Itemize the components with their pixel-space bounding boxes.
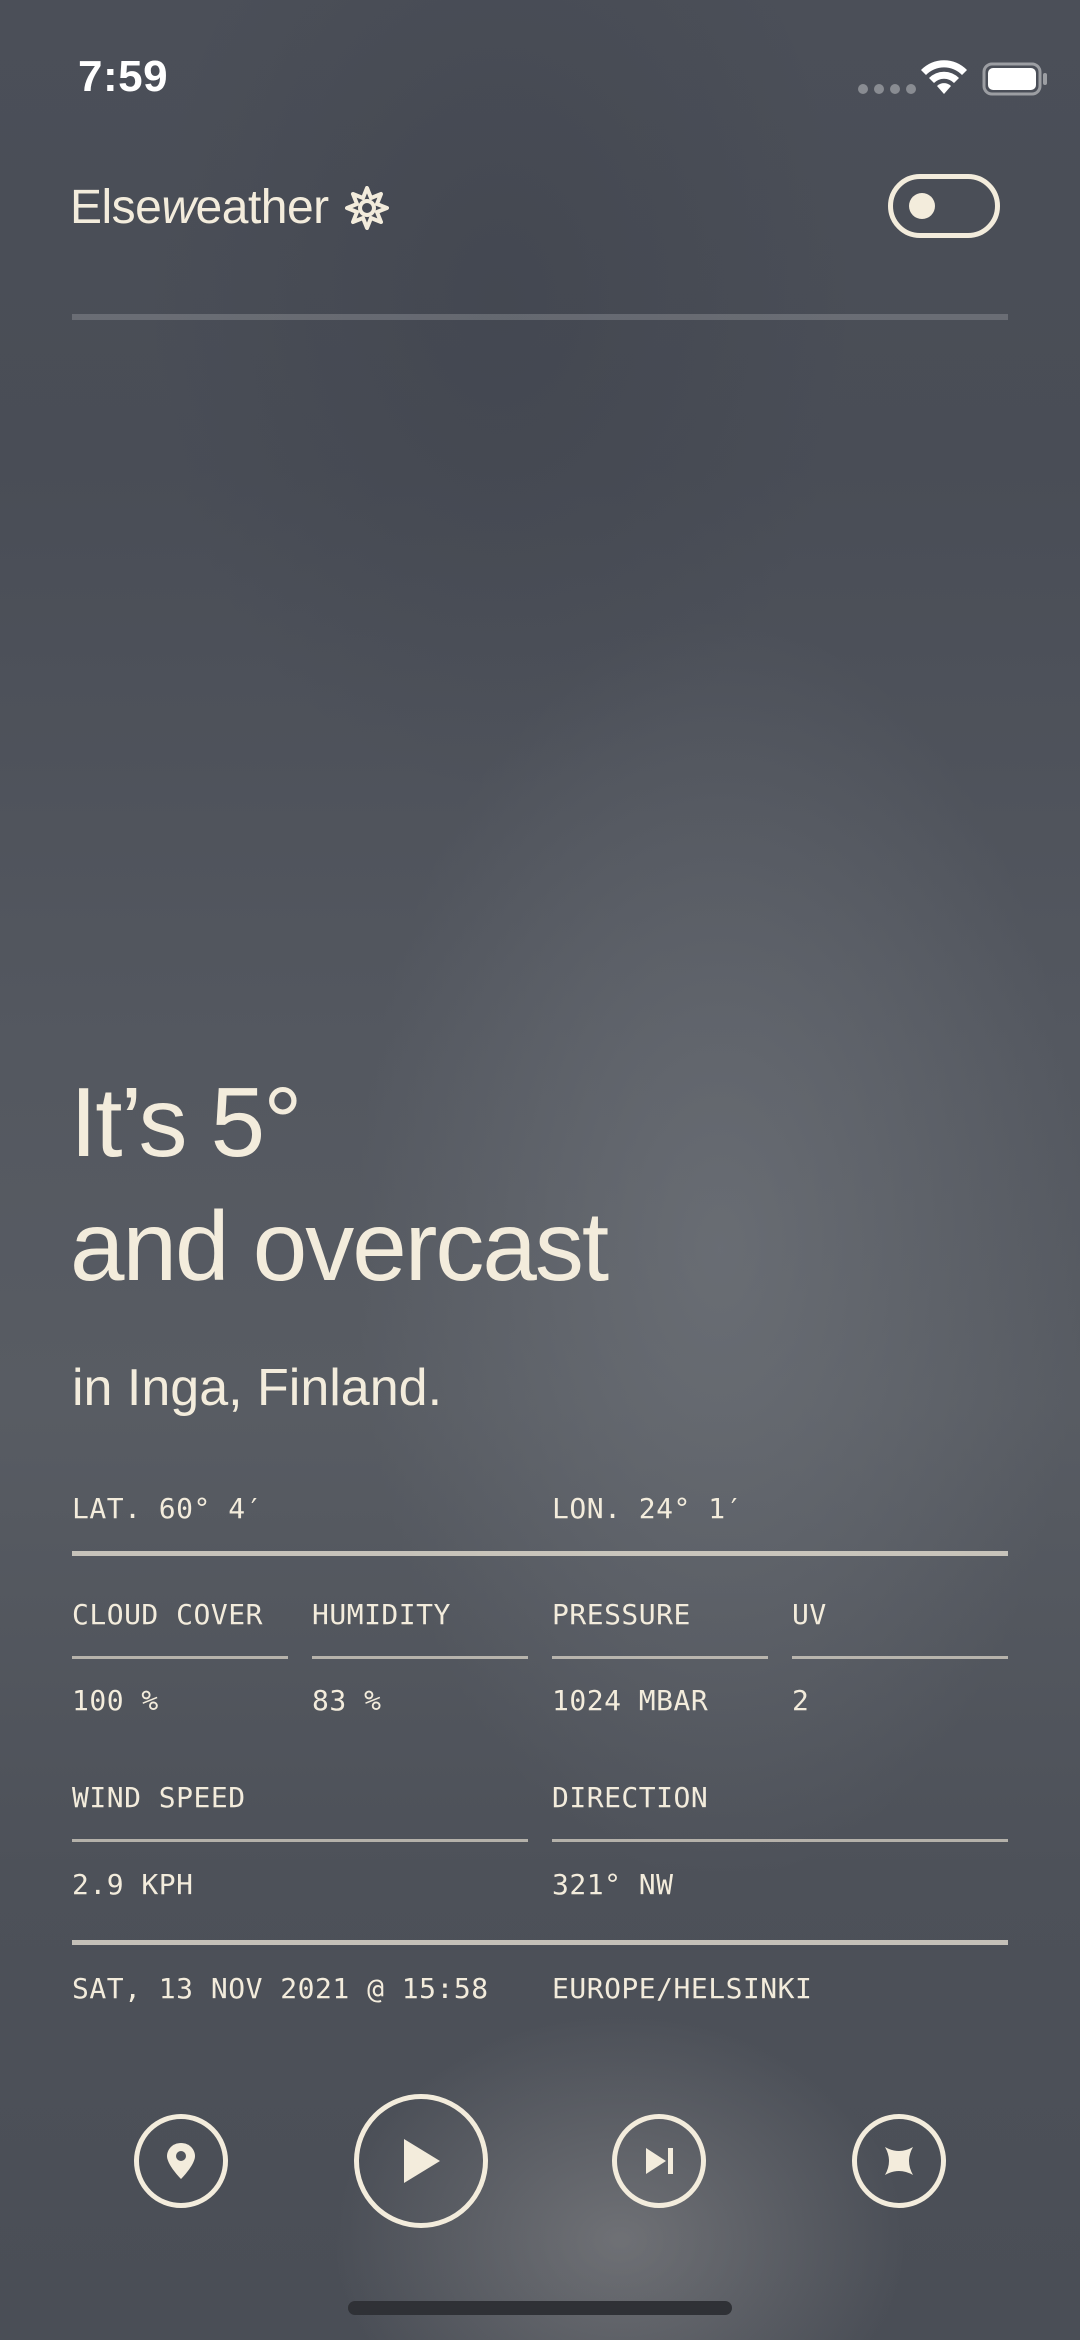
cloud-cover-divider: [72, 1656, 288, 1659]
wind-speed-divider: [72, 1839, 528, 1842]
humidity-label: HUMIDITY: [312, 1598, 451, 1631]
sun-logo-icon: [344, 185, 389, 230]
humidity-value: 83 %: [312, 1684, 382, 1717]
battery-icon: [982, 62, 1048, 101]
sparkle-button[interactable]: [852, 2114, 946, 2208]
toggle-knob: [909, 193, 935, 219]
wind-speed-value: 2.9 KPH: [72, 1868, 194, 1901]
location-text: in Inga, Finland.: [72, 1359, 443, 1417]
footer-divider: [72, 1940, 1008, 1945]
home-indicator[interactable]: [348, 2301, 732, 2315]
app-name: Elseweather: [70, 181, 329, 234]
play-icon: [404, 2139, 440, 2183]
location-pin-icon: [167, 2143, 195, 2179]
temperature-text: It’s 5°: [70, 1067, 302, 1177]
pressure-value: 1024 MBAR: [552, 1684, 709, 1717]
wind-direction-value: 321° NW: [552, 1868, 674, 1901]
cloud-cover-value: 100 %: [72, 1684, 159, 1717]
uv-divider: [792, 1656, 1008, 1659]
skip-forward-button[interactable]: [612, 2114, 706, 2208]
latitude-text: LAT. 60° 4′: [72, 1492, 263, 1525]
play-button[interactable]: [354, 2094, 488, 2228]
wind-speed-label: WIND SPEED: [72, 1781, 246, 1814]
cellular-signal-icon: [858, 84, 916, 94]
uv-value: 2: [792, 1684, 810, 1717]
header-divider: [72, 314, 1008, 320]
condition-text: and overcast: [70, 1191, 609, 1301]
weather-headline: It’s 5° and overcast: [70, 1060, 609, 1308]
sparkle-icon: [885, 2147, 913, 2175]
cloud-cover-label: CLOUD COVER: [72, 1598, 263, 1631]
skip-forward-icon: [646, 2148, 673, 2174]
datetime-text: SAT, 13 NOV 2021 @ 15:58: [72, 1972, 489, 2005]
coordinates-divider: [72, 1551, 1008, 1556]
pressure-divider: [552, 1656, 768, 1659]
humidity-divider: [312, 1656, 528, 1659]
theme-toggle[interactable]: [888, 174, 1000, 238]
location-button[interactable]: [134, 2114, 228, 2208]
wind-direction-label: DIRECTION: [552, 1781, 709, 1814]
timezone-text: EUROPE/HELSINKI: [552, 1972, 813, 2005]
app-title: Elseweather: [70, 180, 389, 235]
wifi-icon: [920, 60, 968, 101]
status-time: 7:59: [78, 52, 169, 101]
pressure-label: PRESSURE: [552, 1598, 691, 1631]
longitude-text: LON. 24° 1′: [552, 1492, 743, 1525]
uv-label: UV: [792, 1598, 827, 1631]
wind-direction-divider: [552, 1839, 1008, 1842]
